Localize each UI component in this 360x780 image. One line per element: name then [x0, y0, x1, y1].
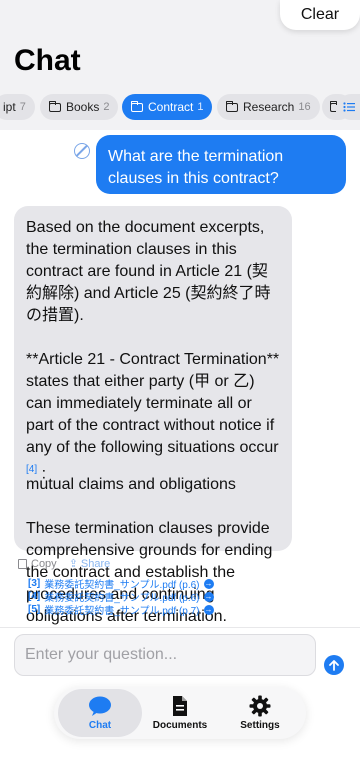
copy-button[interactable]: Copy: [18, 557, 57, 570]
folder-chip-count: 16: [298, 101, 311, 113]
folder-chip-count: 7: [19, 101, 26, 113]
share-button[interactable]: ⇪ Share: [68, 557, 111, 571]
tab-bar: Chat Documents Settings: [54, 687, 306, 739]
folder-icon: [130, 100, 143, 112]
folder-icon: [329, 100, 337, 112]
send-button[interactable]: [324, 655, 344, 675]
copy-label: Copy: [31, 557, 57, 570]
assistant-paragraph: mutual claims and obligations: [26, 476, 236, 494]
share-label: Share: [80, 557, 111, 570]
citation-number: [3]: [28, 578, 41, 589]
arrow-right-icon: →: [203, 591, 214, 602]
tab-label: Settings: [240, 720, 280, 731]
assistant-text: **Article 21 - Contract Termination** st…: [26, 351, 280, 456]
citation-link[interactable]: [5] 業務委託契約書_サンプル.pdf (p.7) →: [28, 603, 214, 617]
tab-label: Chat: [88, 720, 112, 731]
clear-button[interactable]: Clear: [280, 0, 360, 30]
assistant-paragraph: Based on the document excerpts, the term…: [26, 219, 271, 324]
folder-chip-contract[interactable]: Contract 1: [122, 94, 213, 120]
citation-file: 業務委託契約書_サンプル.pdf (p.7): [44, 606, 200, 617]
citation-list: [3] 業務委託契約書_サンプル.pdf (p.6) → [4] 業務委託契約書…: [28, 577, 214, 617]
citation-number: [5]: [28, 604, 41, 615]
tab-label: Documents: [152, 720, 208, 731]
tab-documents[interactable]: Documents: [138, 689, 222, 737]
arrow-right-icon: →: [203, 604, 214, 615]
folder-chip-books[interactable]: Books 2: [40, 94, 119, 120]
no-sources-icon[interactable]: [74, 143, 90, 159]
list-icon[interactable]: [338, 94, 360, 120]
assistant-message-bubble: Based on the document excerpts, the term…: [14, 206, 292, 625]
folder-chip-count: 1: [197, 101, 204, 113]
share-icon: ⇪: [68, 558, 78, 570]
document-icon: [171, 695, 189, 717]
folder-chip-label: ipt: [3, 100, 16, 114]
copy-icon: [18, 558, 27, 569]
folder-chip-label: Books: [66, 100, 100, 114]
folder-icon: [225, 100, 238, 112]
chat-bubble-icon: [88, 695, 112, 717]
folder-icon: [48, 100, 61, 112]
page-title: Chat: [14, 44, 81, 77]
gear-icon: [249, 695, 271, 717]
arrow-right-icon: →: [203, 578, 214, 589]
folder-chip-script[interactable]: ipt 7: [0, 94, 35, 120]
user-message-bubble: What are the termination clauses in this…: [96, 135, 346, 194]
folder-chip-label: Contract: [148, 100, 194, 114]
folder-chip-count: 2: [103, 101, 110, 113]
tab-chat[interactable]: Chat: [58, 689, 142, 737]
folder-chip-label: Research: [243, 100, 295, 114]
assistant-paragraph: **Article 21 - Contract Termination** st…: [26, 349, 280, 485]
message-actions: Copy ⇪ Share: [18, 557, 110, 570]
arrow-up-icon: [329, 659, 339, 671]
question-input[interactable]: Enter your question...: [14, 634, 316, 676]
divider: [0, 627, 360, 628]
tab-settings[interactable]: Settings: [218, 689, 302, 737]
folder-chip-research[interactable]: Research 16: [217, 94, 320, 120]
citation-number: [4]: [28, 591, 41, 602]
folder-chip-bar: ipt 7 Books 2 Contract 1 Research 16: [0, 94, 360, 120]
